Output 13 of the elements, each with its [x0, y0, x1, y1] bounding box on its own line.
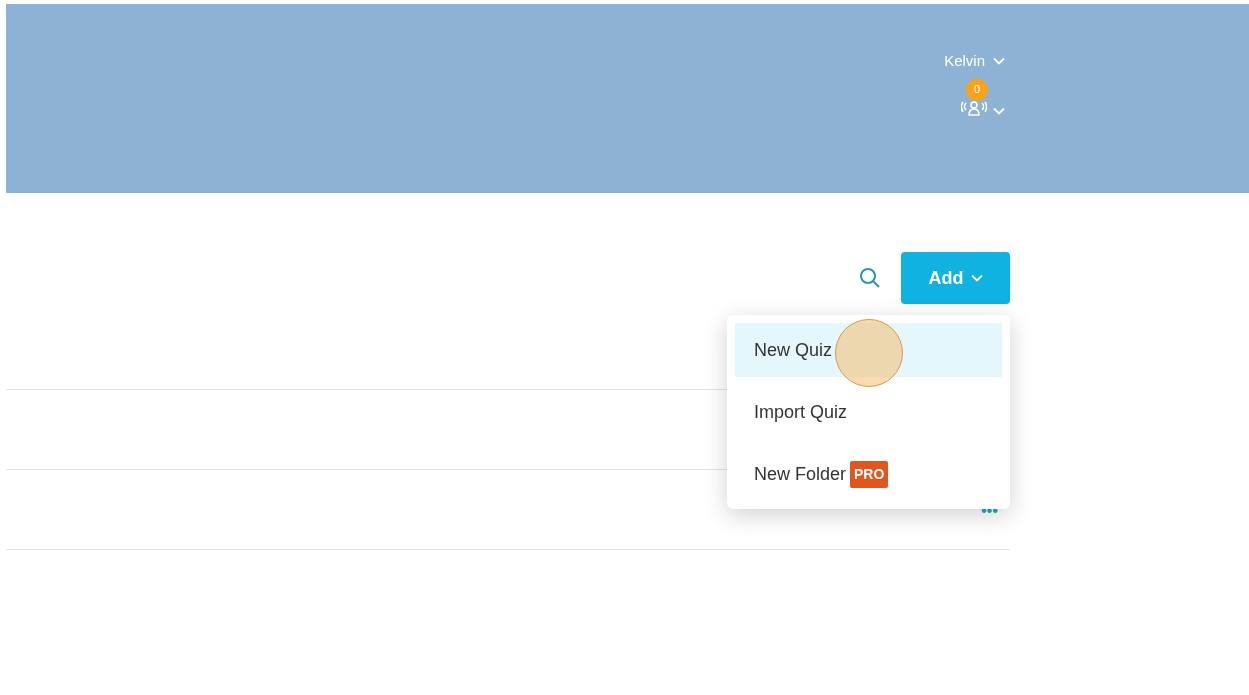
chevron-down-icon	[993, 106, 1005, 115]
notification-count: 0	[966, 78, 988, 101]
pro-badge: PRO	[850, 460, 889, 488]
chevron-down-icon	[970, 274, 983, 282]
menu-item-label: Import Quiz	[754, 400, 848, 424]
menu-item-label: New Quiz	[754, 338, 833, 362]
menu-item[interactable]: New Folder PRO	[735, 447, 1002, 501]
chevron-down-icon	[993, 57, 1005, 66]
menu-item[interactable]: New Quiz	[735, 323, 1002, 377]
menu-item-label: New Folder	[754, 462, 847, 486]
search-icon[interactable]	[859, 267, 881, 289]
notifications-menu[interactable]	[961, 98, 1005, 117]
menu-item[interactable]: Import Quiz	[735, 385, 1002, 439]
